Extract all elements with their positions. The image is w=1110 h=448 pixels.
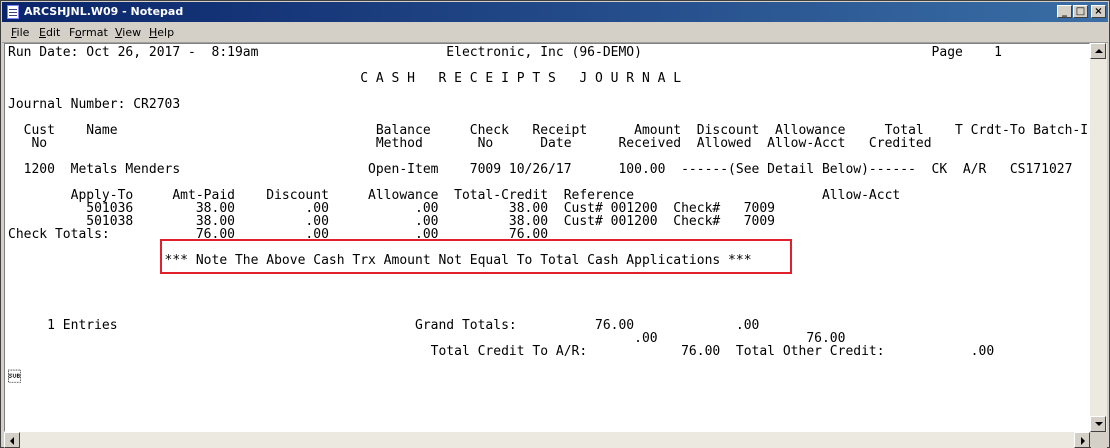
maximize-button[interactable]: □ [1073, 5, 1088, 18]
menu-edit[interactable]: Edit [39, 26, 60, 39]
close-button[interactable]: × [1091, 5, 1106, 18]
down-arrow-icon [1095, 422, 1103, 426]
left-arrow-icon [10, 437, 14, 445]
menu-file[interactable]: File [11, 26, 29, 39]
text-line: Check Totals: 76.00 .00 .00 76.00 [8, 227, 549, 242]
text-line: Total Credit To A/R: 76.00 Total Other C… [8, 344, 995, 359]
text-line: Journal Number: CR2703 [8, 97, 181, 112]
text-editor[interactable]: Run Date: Oct 26, 2017 - 8:19am Electron… [4, 43, 1090, 432]
scroll-right-button[interactable] [1074, 432, 1090, 448]
menu-help[interactable]: Help [149, 26, 174, 39]
notepad-window: ARCSHJNL.W09 - Notepad _ □ × File Edit F… [0, 0, 1110, 448]
menu-view[interactable]: View [115, 26, 141, 39]
text-line: Run Date: Oct 26, 2017 - 8:19am Electron… [8, 45, 1002, 60]
notepad-icon [7, 5, 19, 19]
vertical-scrollbar[interactable] [1090, 43, 1107, 432]
menu-format[interactable]: Format [69, 26, 108, 39]
text-line: 1200 Metals Menders Open-Item 7009 10/26… [8, 162, 1073, 177]
size-grip[interactable] [1091, 433, 1107, 448]
title-bar[interactable]: ARCSHJNL.W09 - Notepad _ □ × [2, 2, 1108, 22]
minimize-button[interactable]: _ [1057, 5, 1072, 18]
text-line: *** Note The Above Cash Trx Amount Not E… [8, 253, 752, 268]
menu-bar: File Edit Format View Help [2, 23, 1108, 43]
scroll-left-button[interactable] [4, 432, 20, 448]
window-title: ARCSHJNL.W09 - Notepad [24, 5, 184, 18]
text-line:  [8, 370, 21, 385]
scroll-up-button[interactable] [1090, 43, 1106, 59]
text-line: C A S H R E C E I P T S J O U R N A L [8, 71, 682, 86]
horizontal-scrollbar[interactable] [4, 432, 1090, 448]
up-arrow-icon [1095, 49, 1103, 53]
right-arrow-icon [1081, 437, 1085, 445]
scroll-down-button[interactable] [1090, 416, 1106, 432]
text-line: No Method No Date Received Allowed Allow… [8, 136, 932, 151]
